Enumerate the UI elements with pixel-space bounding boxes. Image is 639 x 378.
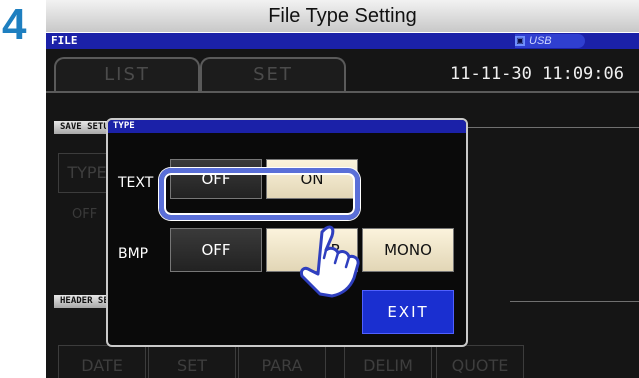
text-label: TEXT bbox=[118, 175, 154, 191]
bmp-label: BMP bbox=[118, 246, 149, 262]
date-button[interactable]: DATE bbox=[58, 345, 146, 378]
type-value: OFF bbox=[72, 207, 98, 222]
para-button[interactable]: PARA bbox=[238, 345, 326, 378]
tab-set[interactable]: SET bbox=[200, 57, 346, 91]
status-label: FILE bbox=[51, 34, 78, 47]
bmp-off-button[interactable]: OFF bbox=[170, 228, 262, 272]
dialog-title: TYPE bbox=[108, 120, 466, 133]
touch-highlight bbox=[159, 168, 360, 220]
tab-list[interactable]: LIST bbox=[54, 57, 200, 91]
tab-divider bbox=[46, 91, 639, 93]
usb-indicator: ▣ USB bbox=[515, 34, 585, 48]
status-bar: FILE ▣ USB bbox=[46, 33, 639, 49]
pointing-hand-icon bbox=[300, 225, 360, 298]
page-title: File Type Setting bbox=[46, 0, 639, 32]
type-dialog: TYPE TEXT OFF ON BMP OFF OR MONO EXIT bbox=[106, 118, 468, 347]
datetime: 11-11-30 11:09:06 bbox=[450, 64, 624, 84]
step-number: 4 bbox=[2, 0, 27, 49]
delim-button[interactable]: DELIM bbox=[344, 345, 432, 378]
header-setup-divider bbox=[510, 301, 639, 302]
usb-label: USB bbox=[529, 35, 552, 47]
quote-button[interactable]: QUOTE bbox=[436, 345, 524, 378]
usb-icon: ▣ bbox=[515, 36, 525, 46]
set-button[interactable]: SET bbox=[148, 345, 236, 378]
